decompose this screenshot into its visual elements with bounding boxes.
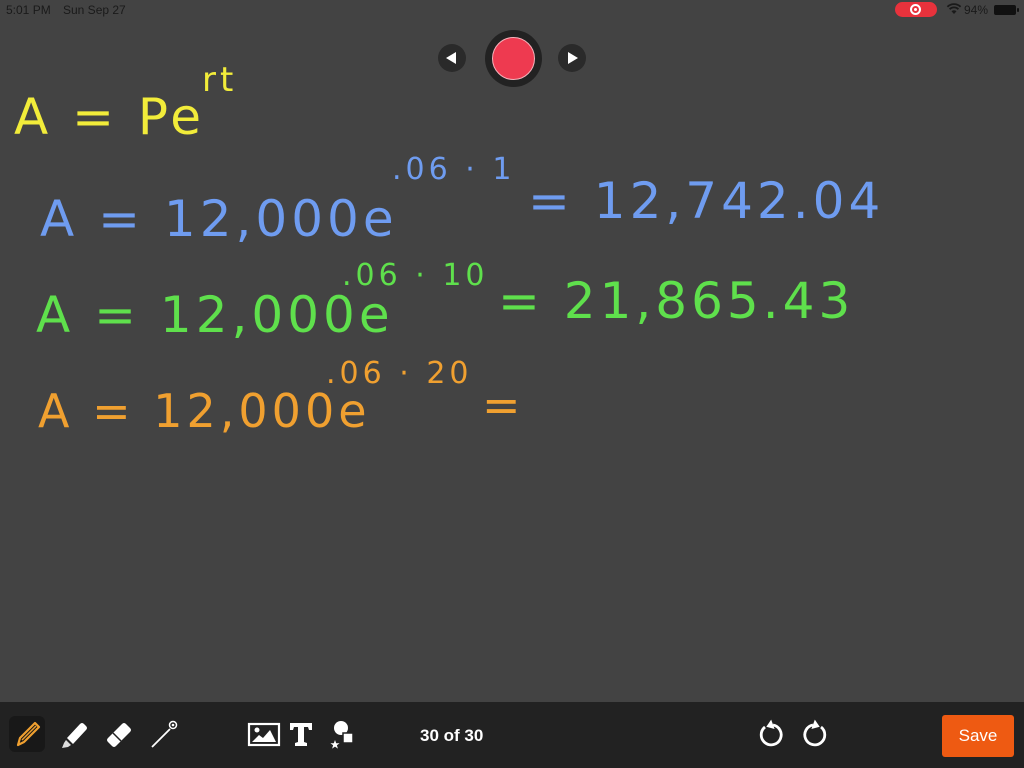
text-tool-button[interactable] (283, 716, 319, 752)
redo-icon (803, 719, 827, 747)
screen-record-icon[interactable] (895, 2, 937, 17)
calculation-exponent: .06 · 20 (326, 356, 473, 391)
calculation-base: A = 12,000e (38, 384, 371, 438)
shapes-icon (330, 721, 354, 749)
calculation-result: = 21,865.43 (498, 272, 855, 330)
wifi-icon (946, 3, 962, 14)
calculation-result: = 12,742.04 (528, 172, 885, 230)
pencil-tool-button[interactable] (9, 716, 45, 752)
undo-icon (759, 719, 783, 747)
calculation-base: A = 12,000e (40, 190, 398, 248)
insert-image-button[interactable] (246, 716, 282, 752)
formula-line: A = Pe (14, 88, 205, 146)
status-bar: 5:01 PM Sun Sep 27 94% (0, 0, 1024, 20)
calculation-base: A = 12,000e (36, 286, 394, 344)
shapes-tool-button[interactable] (324, 716, 360, 752)
battery-percent: 94% (964, 3, 989, 17)
whiteboard-canvas[interactable]: A = Pe rt A = 12,000e .06 · 1 = 12,742.0… (0, 20, 1024, 702)
battery-icon (994, 5, 1019, 15)
pencil-icon (16, 721, 41, 747)
calculation-exponent: .06 · 10 (342, 258, 489, 293)
undo-button[interactable] (753, 716, 789, 752)
calculation-exponent: .06 · 1 (392, 152, 516, 187)
highlighter-tool-button[interactable] (55, 716, 91, 752)
image-icon (247, 722, 281, 747)
laser-pointer-icon (151, 720, 178, 748)
highlighter-icon (62, 723, 87, 748)
formula-exponent: rt (202, 60, 238, 100)
text-icon (290, 723, 312, 746)
formula-base: A = Pe (14, 88, 206, 146)
calculation-result: = (482, 378, 525, 432)
eraser-icon (107, 723, 131, 747)
status-date: Sun Sep 27 (63, 3, 126, 17)
eraser-tool-button[interactable] (100, 716, 136, 752)
save-button[interactable]: Save (942, 715, 1014, 757)
redo-button[interactable] (797, 716, 833, 752)
page-indicator: 30 of 30 (420, 726, 484, 745)
bottom-toolbar: 30 of 30 Save (0, 702, 1024, 768)
status-time: 5:01 PM (6, 3, 51, 17)
laser-pointer-tool-button[interactable] (146, 716, 182, 752)
